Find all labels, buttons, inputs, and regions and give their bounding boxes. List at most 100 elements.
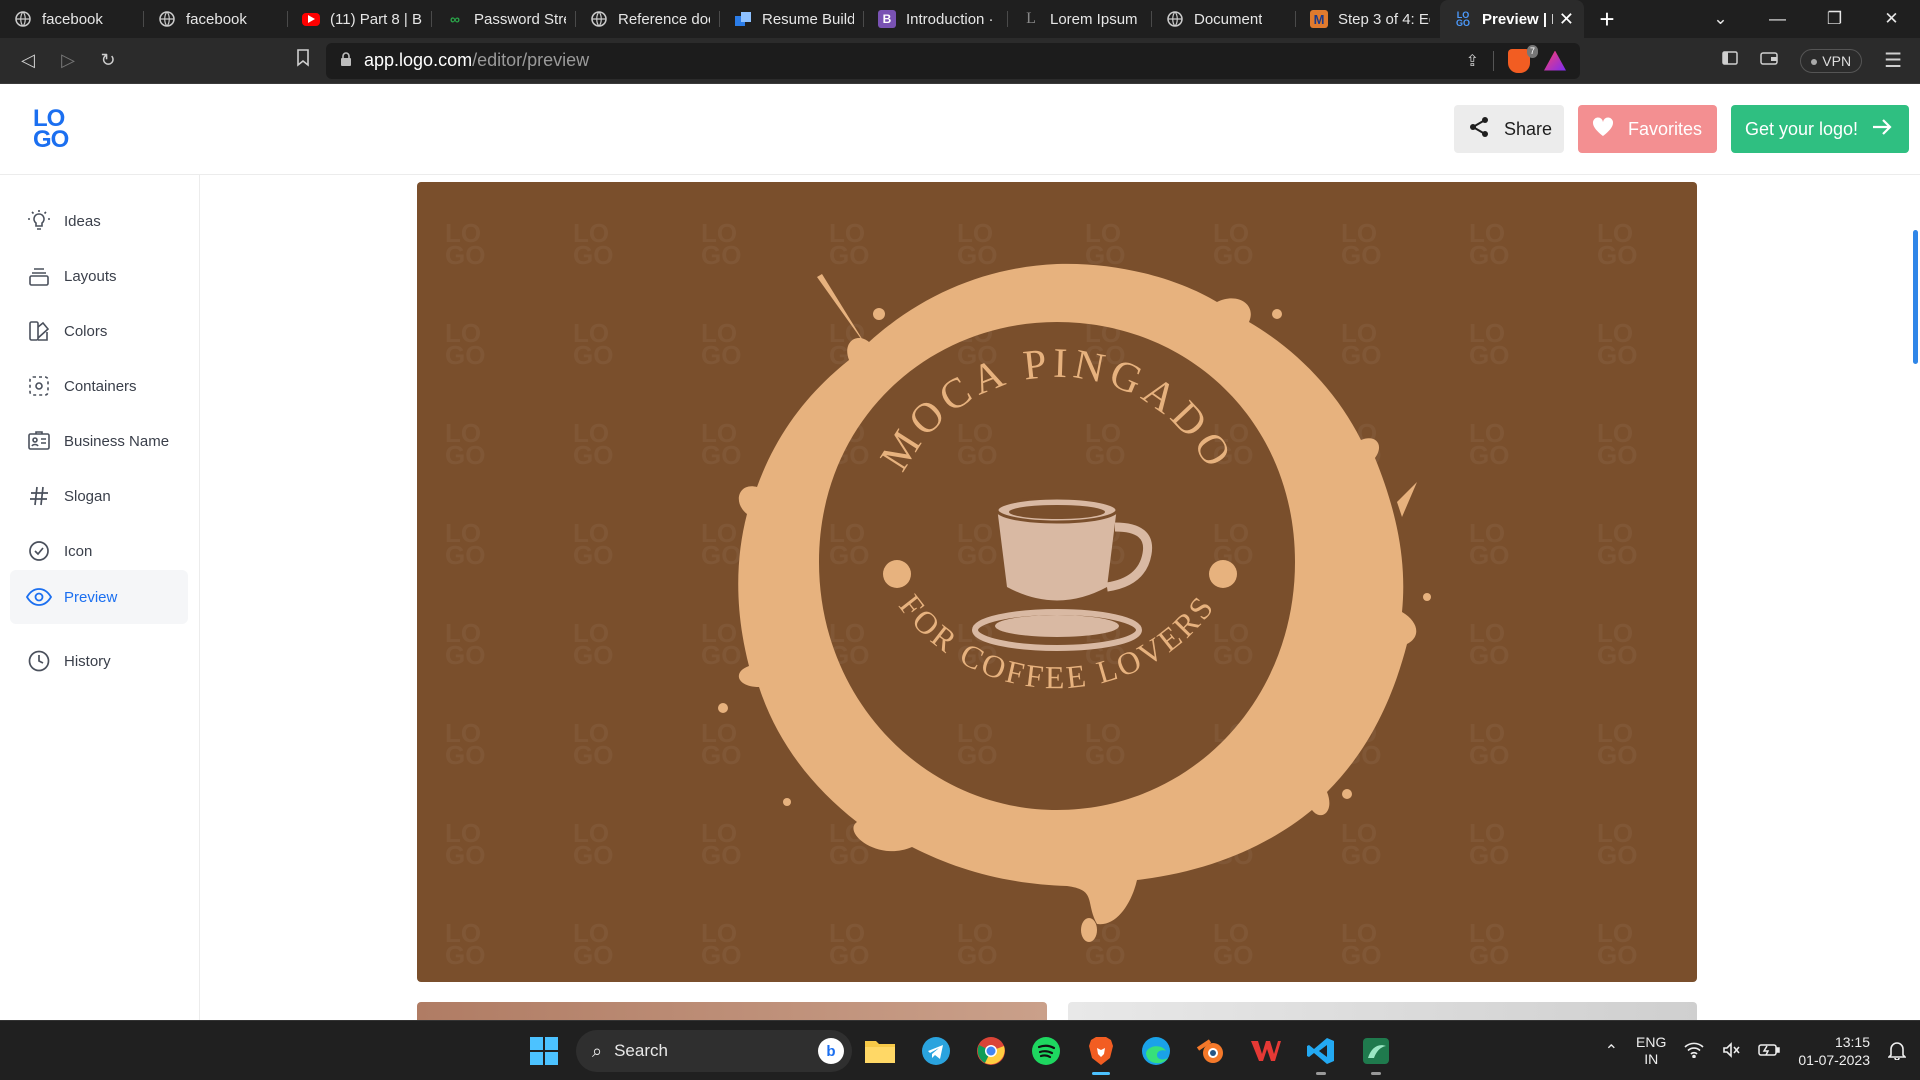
tab-search-icon[interactable]: ⌄ [1692, 9, 1749, 29]
browser-tab[interactable]: facebook [0, 0, 144, 38]
brave-shields-icon[interactable]: 7 [1508, 44, 1538, 73]
search-icon: ⌕ [592, 1040, 603, 1061]
sidebar-item-layouts[interactable]: Layouts [10, 250, 188, 302]
brave-browser-icon[interactable] [1083, 1033, 1119, 1075]
sidebar-item-containers[interactable]: Containers [10, 360, 188, 412]
share-icon [1468, 116, 1490, 143]
globe-icon [158, 10, 176, 28]
browser-tab[interactable]: ∞Password Stren [432, 0, 576, 38]
browser-tab[interactable]: facebook [144, 0, 288, 38]
address-bar-row: ◁ ▷ ↻ app.logo.com/editor/preview ⇪ 7 1 … [0, 38, 1920, 84]
sidebar-item-business-name[interactable]: Business Name [10, 415, 188, 467]
url-path: /editor/preview [472, 50, 590, 70]
browser-tab[interactable]: (11) Part 8 | Bo [288, 0, 432, 38]
app-icon[interactable] [1358, 1033, 1394, 1075]
back-icon[interactable]: ◁ [8, 50, 48, 71]
heart-icon [1592, 116, 1614, 142]
browser-tab[interactable]: MStep 3 of 4: Edi [1296, 0, 1440, 38]
brave-rewards-icon[interactable]: 1 [1544, 50, 1566, 71]
arrow-right-icon [1872, 118, 1892, 141]
check-circle-icon [26, 538, 52, 564]
logo-preview-canvas: LO GO LO GO LO GO LO GO LO GO LO GO LO GO LO GO LO GO LO GO… [417, 182, 1697, 982]
wallet-icon[interactable] [1760, 50, 1779, 71]
mockup-thumbnail[interactable] [417, 1002, 1047, 1020]
globe-icon [590, 10, 608, 28]
volume-icon[interactable] [1722, 1041, 1740, 1061]
mockup-thumbnail[interactable] [1068, 1002, 1697, 1020]
close-window-icon[interactable]: ✕ [1863, 9, 1920, 29]
bookmark-icon[interactable] [288, 49, 318, 72]
scrollbar-thumb[interactable] [1913, 230, 1918, 364]
minimize-icon[interactable]: — [1749, 9, 1806, 29]
browser-tab[interactable]: B Introduction · E [864, 0, 1008, 38]
file-explorer-icon[interactable] [862, 1033, 898, 1069]
coffee-cup-icon [972, 496, 1153, 651]
sidebar-item-slogan[interactable]: Slogan [10, 470, 188, 522]
container-icon [26, 373, 52, 399]
sidebar-item-history[interactable]: History [10, 635, 188, 687]
wps-office-icon[interactable] [1248, 1033, 1284, 1069]
preview-area: LO GO LO GO LO GO LO GO LO GO LO GO LO GO LO GO LO GO LO GO… [200, 175, 1920, 1020]
chrome-icon[interactable] [973, 1033, 1009, 1069]
new-tab-button[interactable]: + [1584, 4, 1630, 35]
resume-builder-icon [734, 10, 752, 28]
eye-icon [26, 584, 52, 610]
browser-tab[interactable]: Reference docu [576, 0, 720, 38]
edge-icon[interactable] [1138, 1033, 1174, 1069]
globe-icon [1166, 10, 1184, 28]
wifi-icon[interactable] [1684, 1042, 1704, 1061]
lock-icon [340, 52, 352, 69]
youtube-icon [302, 12, 320, 26]
close-tab-icon[interactable]: ✕ [1553, 9, 1574, 30]
slogan-text: FOR COFFEE LOVERS [892, 588, 1222, 696]
favorites-button[interactable]: Favorites [1578, 105, 1717, 153]
bootstrap-icon: B [878, 10, 896, 28]
app-header: LO GO Share Favorites Get your logo! [0, 84, 1920, 175]
divider [1493, 50, 1494, 71]
forward-icon[interactable]: ▷ [48, 50, 88, 71]
browser-tab-strip: facebook facebook (11) Part 8 | Bo ∞ Pass… [0, 0, 1920, 38]
taskbar-search[interactable]: ⌕ Search b [576, 1030, 852, 1072]
clock-icon [26, 648, 52, 674]
telegram-icon[interactable] [918, 1033, 954, 1069]
sidebar-item-preview[interactable]: Preview [10, 570, 188, 624]
logo-com-logo[interactable]: LO GO [32, 107, 78, 153]
layers-icon [26, 263, 52, 289]
browser-tab[interactable]: Document [1152, 0, 1296, 38]
logo-artwork: MOCA PINGADO FOR COFFEE LOVERS [718, 263, 1431, 942]
battery-icon[interactable] [1758, 1043, 1781, 1060]
blender-icon[interactable] [1193, 1033, 1229, 1069]
editor-sidebar: Ideas Layouts Colors Containers Business… [0, 175, 200, 1020]
windows-taskbar: ⌕ Search b ⌃ ENG IN 13:15 01-07-2023 [0, 1020, 1920, 1080]
share-page-icon[interactable]: ⇪ [1466, 51, 1479, 71]
window-controls: ⌄ — ❐ ✕ [1692, 0, 1920, 38]
vscode-icon[interactable] [1303, 1033, 1339, 1075]
url-field[interactable]: app.logo.com/editor/preview ⇪ 7 1 [326, 42, 1580, 79]
notifications-icon[interactable] [1887, 1040, 1907, 1063]
palette-icon [26, 318, 52, 344]
clock[interactable]: 13:15 01-07-2023 [1798, 1033, 1870, 1069]
chevron-up-icon[interactable]: ⌃ [1605, 1041, 1618, 1061]
sidebar-item-ideas[interactable]: Ideas [10, 195, 188, 247]
browser-tab[interactable]: L Lorem Ipsum · [1008, 0, 1152, 38]
lightbulb-icon [26, 208, 52, 234]
hash-icon [26, 483, 52, 509]
bing-icon[interactable]: b [818, 1038, 844, 1064]
menu-icon[interactable]: ☰ [1884, 48, 1902, 73]
id-card-icon [26, 428, 52, 454]
vpn-button[interactable]: VPN [1800, 48, 1863, 73]
sidebar-item-colors[interactable]: Colors [10, 305, 188, 357]
start-button[interactable] [530, 1037, 558, 1065]
browser-tab-active[interactable]: LO GO Preview | L ✕ [1440, 0, 1584, 38]
url-host: app.logo.com [364, 50, 473, 70]
get-your-logo-button[interactable]: Get your logo! [1731, 105, 1909, 153]
language-indicator[interactable]: ENG IN [1636, 1034, 1666, 1068]
share-button[interactable]: Share [1454, 105, 1564, 153]
reload-icon[interactable]: ↻ [88, 50, 128, 71]
spotify-icon[interactable] [1028, 1033, 1064, 1069]
globe-icon [14, 10, 32, 28]
restore-icon[interactable]: ❐ [1806, 9, 1863, 29]
system-tray: ⌃ ENG IN 13:15 01-07-2023 [1605, 1021, 1907, 1080]
browser-tab[interactable]: Resume Builde [720, 0, 864, 38]
sidebar-toggle-icon[interactable] [1722, 50, 1739, 71]
